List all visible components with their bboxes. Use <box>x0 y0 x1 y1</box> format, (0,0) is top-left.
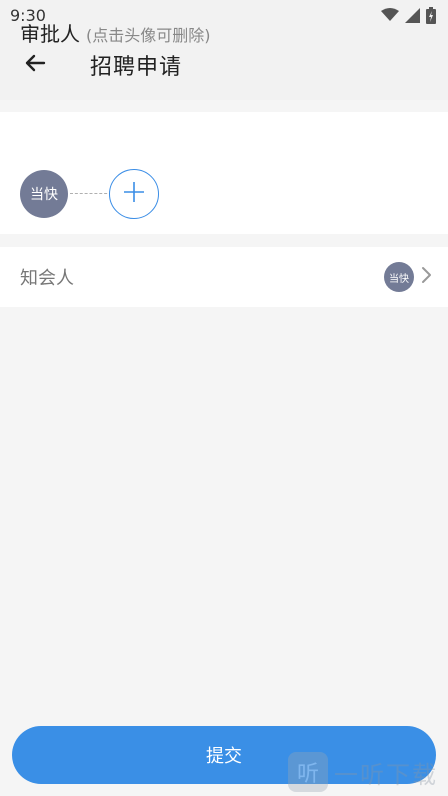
watermark-text: 一听下载 <box>334 760 438 789</box>
cc-avatar-text: 当快 <box>389 273 409 285</box>
approver-title: 审批人 <box>20 22 80 46</box>
approver-hint: (点击头像可删除) <box>86 26 211 45</box>
approver-header: 审批人 (点击头像可删除) <box>20 18 211 47</box>
approver-connector <box>70 193 112 194</box>
plus-icon <box>123 181 145 207</box>
approver-avatar-text: 当快 <box>30 187 58 203</box>
watermark: 听 一听下载 <box>288 752 438 792</box>
battery-icon <box>426 6 436 24</box>
approver-card <box>0 112 448 234</box>
signal-icon <box>405 7 420 23</box>
watermark-logo: 听 <box>288 752 328 792</box>
page-title: 招聘申请 <box>90 55 183 80</box>
watermark-logo-text: 听 <box>296 762 319 787</box>
chevron-right-icon <box>420 266 432 288</box>
submit-label: 提交 <box>206 746 242 766</box>
cc-avatar[interactable]: 当快 <box>384 262 414 292</box>
arrow-left-icon <box>23 51 47 79</box>
approver-avatar[interactable]: 当快 <box>20 170 68 218</box>
cc-row[interactable]: 知会人 当快 <box>0 247 448 307</box>
cc-label: 知会人 <box>20 268 74 289</box>
status-icons <box>381 6 436 24</box>
add-approver-button[interactable] <box>109 169 159 219</box>
wifi-icon <box>381 8 399 22</box>
cc-right: 当快 <box>384 262 432 292</box>
